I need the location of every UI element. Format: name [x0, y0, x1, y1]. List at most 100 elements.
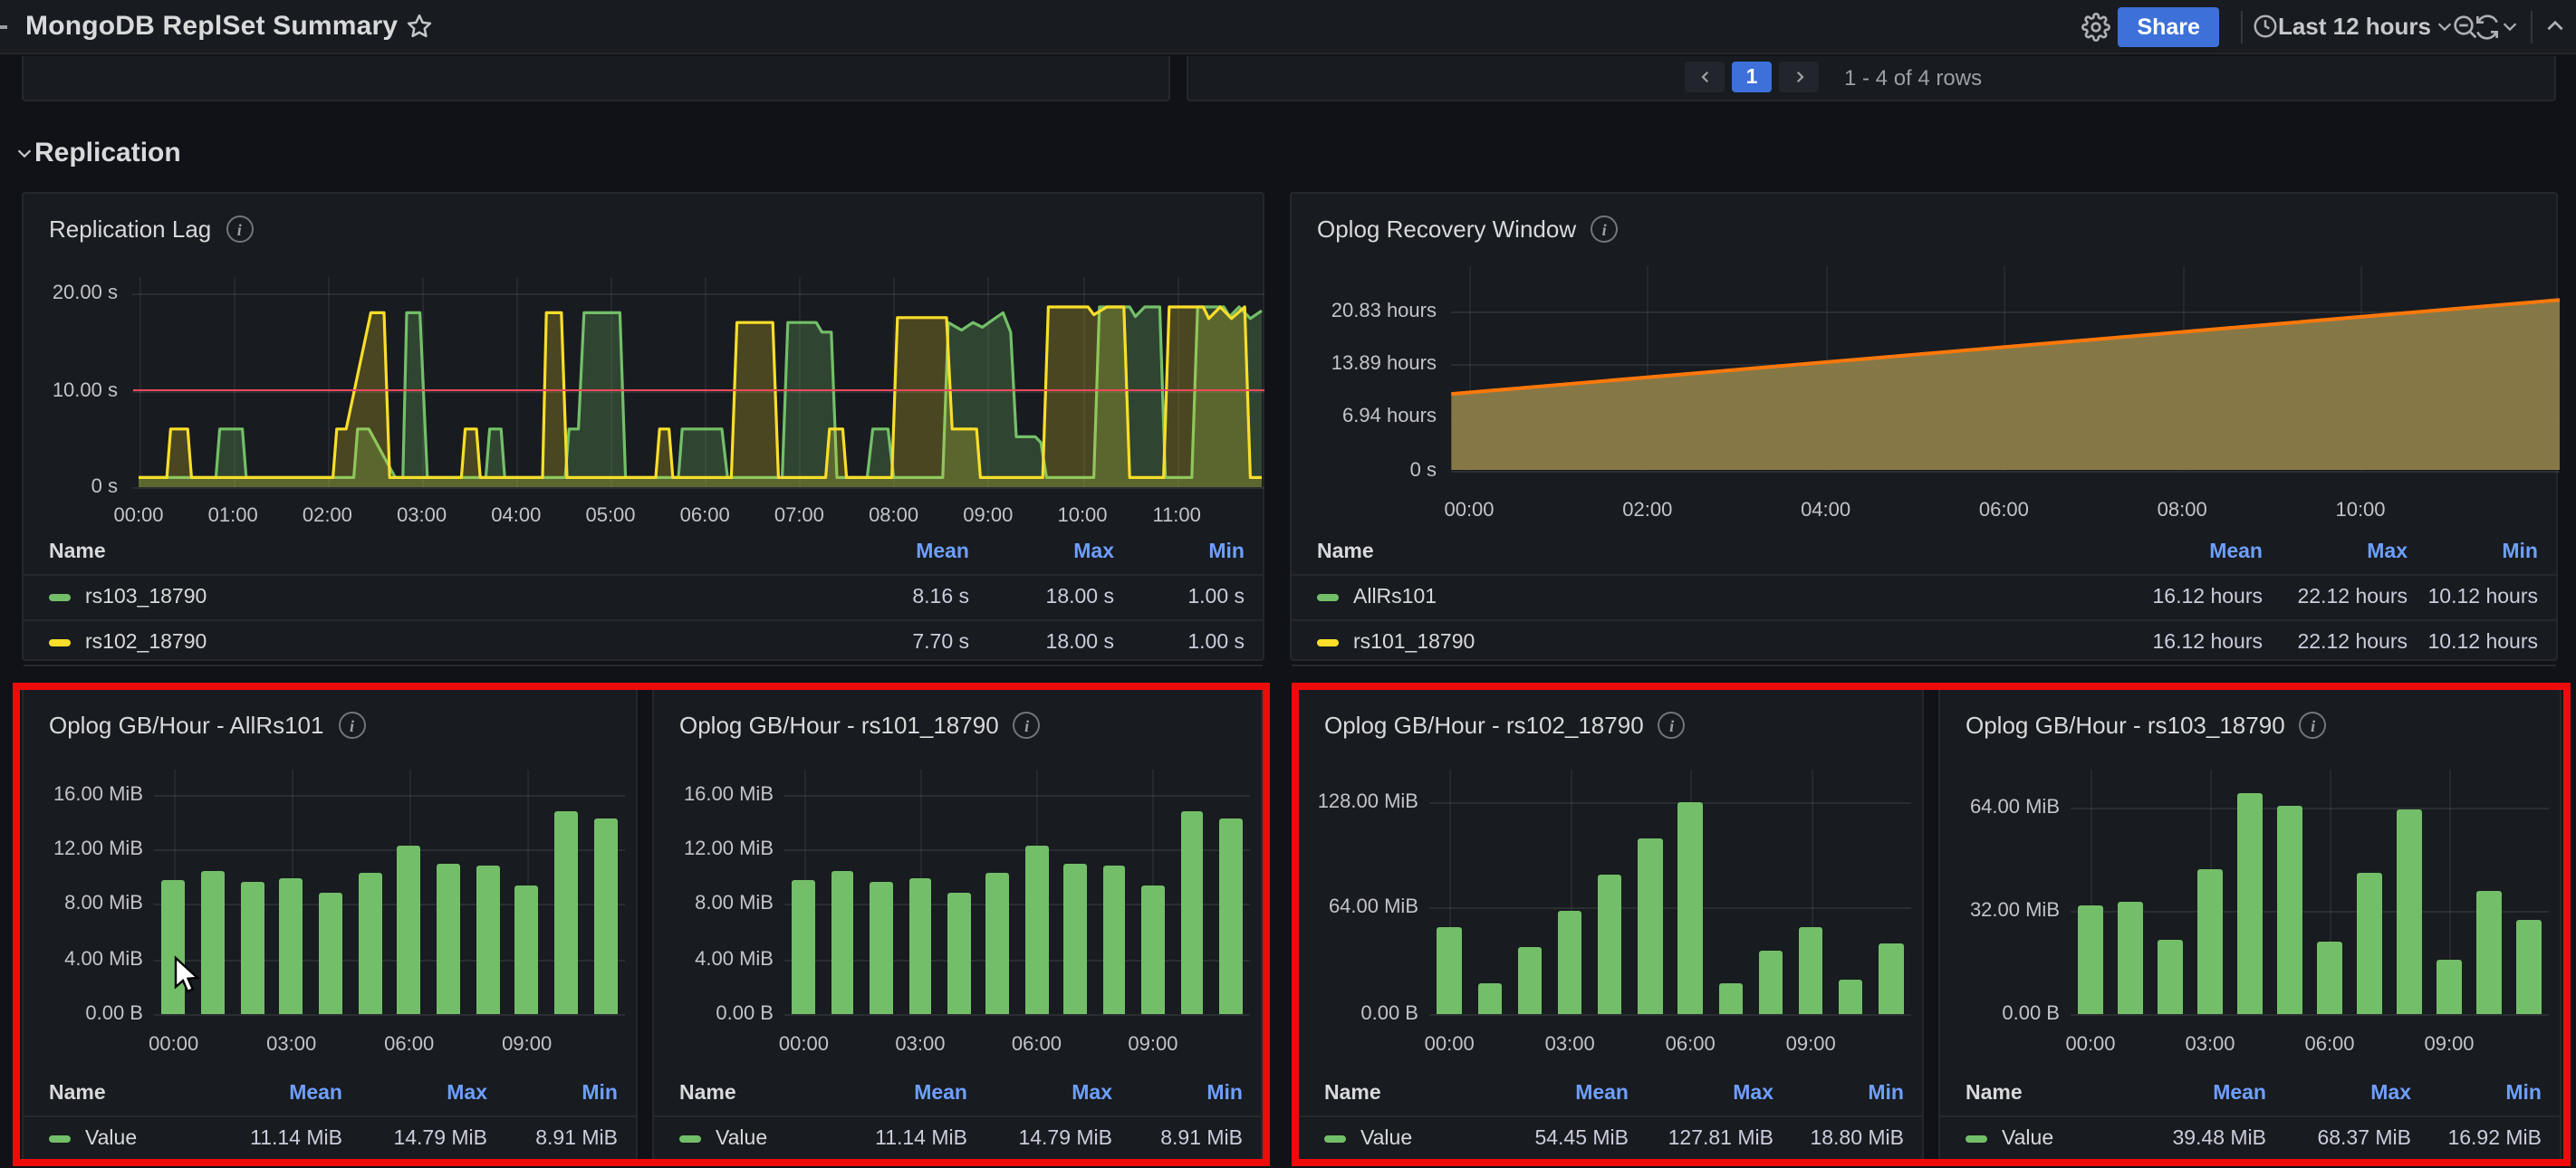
- legend-row[interactable]: rs102_18790 7.70 s 18.00 s 1.00 s: [24, 619, 1263, 666]
- oplog-recovery-chart[interactable]: 0 s 6.94 hours 13.89 hours 20.83 hours 00:00…: [1292, 194, 2561, 531]
- legend-col-name[interactable]: Name: [1324, 1083, 1447, 1105]
- legend-row[interactable]: rs101_18790 16.12 hours 22.12 hours 10.12 h…: [1292, 619, 2556, 666]
- bar[interactable]: [1141, 886, 1165, 1014]
- legend-col-mean[interactable]: Mean: [788, 541, 969, 563]
- bar[interactable]: [870, 882, 893, 1014]
- legend-row[interactable]: Value 11.14 MiB 14.79 MiB 8.91 MiB: [654, 1115, 1261, 1163]
- replication-lag-chart[interactable]: 0 s 10.00 s 20.00 s 00:00 01:00 02:00 03:00 04:…: [24, 194, 1266, 531]
- bar[interactable]: [2277, 806, 2302, 1014]
- bar[interactable]: [2158, 940, 2183, 1014]
- page-1-button[interactable]: 1: [1732, 62, 1772, 92]
- bar[interactable]: [514, 886, 539, 1014]
- bar[interactable]: [2317, 942, 2342, 1014]
- bar[interactable]: [2437, 959, 2462, 1014]
- legend-col-min[interactable]: Min: [2411, 1083, 2542, 1105]
- bar[interactable]: [1477, 982, 1502, 1014]
- series-color-swatch: [679, 1134, 701, 1144]
- oplog-bar-chart[interactable]: 0.00 B 32.00 MiB 64.00 MiB 00:00 03:00 06:00 0…: [1940, 690, 2563, 1063]
- bar[interactable]: [476, 865, 500, 1014]
- bar[interactable]: [358, 872, 382, 1014]
- bar[interactable]: [279, 877, 303, 1014]
- bar[interactable]: [1798, 927, 1823, 1014]
- gridline: [154, 1014, 625, 1016]
- bar[interactable]: [831, 871, 854, 1014]
- legend-col-mean[interactable]: Mean: [786, 1083, 967, 1105]
- legend-col-name[interactable]: Name: [49, 541, 788, 563]
- legend-col-max[interactable]: Max: [967, 1083, 1112, 1105]
- bar[interactable]: [2476, 891, 2502, 1014]
- legend-col-max[interactable]: Max: [1629, 1083, 1773, 1105]
- legend-col-min[interactable]: Min: [1114, 541, 1245, 563]
- bar[interactable]: [2516, 920, 2542, 1014]
- legend-col-name[interactable]: Name: [679, 1083, 786, 1105]
- bar[interactable]: [319, 892, 342, 1014]
- section-replication[interactable]: Replication: [16, 138, 181, 168]
- gridline: [784, 794, 1250, 797]
- legend-col-max[interactable]: Max: [342, 1083, 487, 1105]
- legend-col-name[interactable]: Name: [1317, 541, 2081, 563]
- oplog-bar-chart[interactable]: 0.00 B 4.00 MiB 8.00 MiB 12.00 MiB 16.00 MiB…: [654, 690, 1264, 1063]
- legend-col-max[interactable]: Max: [2263, 541, 2408, 563]
- bar[interactable]: [1879, 943, 1904, 1014]
- bar[interactable]: [1063, 863, 1087, 1014]
- gridline: [784, 904, 1250, 906]
- legend-row[interactable]: rs103_18790 8.16 s 18.00 s 1.00 s: [24, 574, 1263, 619]
- bar[interactable]: [1557, 911, 1582, 1014]
- bar[interactable]: [985, 872, 1010, 1014]
- bar[interactable]: [2197, 868, 2223, 1014]
- legend-row[interactable]: Value 54.45 MiB 127.81 MiB 18.80 MiB: [1299, 1115, 1922, 1163]
- legend-series-name: Value: [1966, 1128, 2085, 1150]
- bar[interactable]: [1180, 810, 1204, 1014]
- legend-col-min[interactable]: Min: [1773, 1083, 1904, 1105]
- bar[interactable]: [2357, 872, 2382, 1014]
- bar[interactable]: [1758, 951, 1783, 1014]
- bar[interactable]: [593, 819, 618, 1014]
- bar[interactable]: [554, 810, 578, 1014]
- bar[interactable]: [437, 863, 460, 1014]
- legend-row[interactable]: Value 39.48 MiB 68.37 MiB 16.92 MiB: [1940, 1115, 2560, 1163]
- bar[interactable]: [2397, 809, 2422, 1014]
- bar[interactable]: [792, 879, 816, 1014]
- series-color-swatch: [49, 1134, 71, 1144]
- legend-col-max[interactable]: Max: [2266, 1083, 2411, 1105]
- legend-col-mean[interactable]: Mean: [2081, 541, 2263, 563]
- bar[interactable]: [1598, 875, 1622, 1014]
- legend-col-min[interactable]: Min: [2408, 541, 2538, 563]
- bar[interactable]: [1517, 947, 1543, 1014]
- bar[interactable]: [2118, 901, 2143, 1014]
- bar[interactable]: [201, 871, 225, 1014]
- oplog-bar-chart[interactable]: 0.00 B 4.00 MiB 8.00 MiB 12.00 MiB 16.00 MiB…: [24, 690, 639, 1063]
- legend-col-mean[interactable]: Mean: [161, 1083, 342, 1105]
- legend-row[interactable]: Value 11.14 MiB 14.79 MiB 8.91 MiB: [24, 1115, 636, 1163]
- bar[interactable]: [1839, 979, 1863, 1014]
- bar[interactable]: [1718, 982, 1743, 1014]
- legend-col-min[interactable]: Min: [487, 1083, 618, 1105]
- bar[interactable]: [240, 882, 264, 1014]
- bar[interactable]: [397, 846, 421, 1014]
- bar[interactable]: [1677, 802, 1703, 1014]
- legend-row[interactable]: AllRs101 16.12 hours 22.12 hours 10.12 hour…: [1292, 574, 2556, 619]
- legend-col-name[interactable]: Name: [49, 1083, 161, 1105]
- legend-col-mean[interactable]: Mean: [2085, 1083, 2266, 1105]
- legend-col-min[interactable]: Min: [1112, 1083, 1243, 1105]
- bar[interactable]: [1102, 865, 1126, 1014]
- page-next-button[interactable]: [1779, 62, 1819, 92]
- oplog-bar-chart[interactable]: 0.00 B 64.00 MiB 128.00 MiB 00:00 03:00 06:00…: [1299, 690, 1926, 1063]
- legend-col-mean[interactable]: Mean: [1447, 1083, 1629, 1105]
- bar[interactable]: [1437, 927, 1462, 1014]
- time-range-picker[interactable]: Last 12 hours: [2254, 13, 2451, 40]
- bar[interactable]: [2078, 905, 2103, 1014]
- legend-col-name[interactable]: Name: [1966, 1083, 2085, 1105]
- bar[interactable]: [1638, 838, 1663, 1014]
- gridline: [2071, 1014, 2549, 1016]
- bar[interactable]: [1218, 819, 1243, 1014]
- bar[interactable]: [947, 892, 971, 1014]
- legend-col-max[interactable]: Max: [969, 541, 1114, 563]
- legend-mean-value: 11.14 MiB: [250, 1128, 342, 1150]
- bar[interactable]: [1024, 846, 1049, 1014]
- bar[interactable]: [2237, 793, 2263, 1014]
- legend-header-row: Name Mean Max Min: [24, 1072, 636, 1115]
- share-button[interactable]: Share: [2117, 6, 2220, 46]
- page-prev-button[interactable]: [1685, 62, 1725, 92]
- bar[interactable]: [908, 877, 932, 1014]
